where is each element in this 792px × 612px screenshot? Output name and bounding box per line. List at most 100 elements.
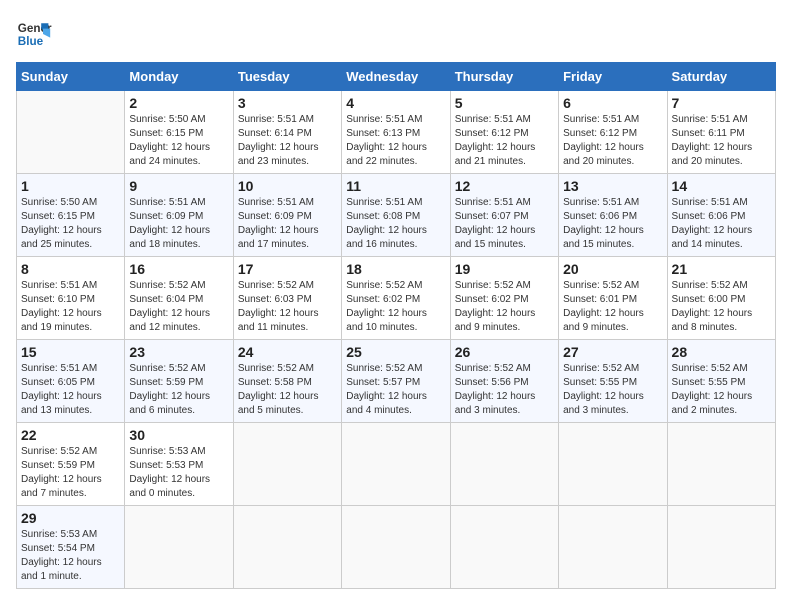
calendar-cell: 12Sunrise: 5:51 AM Sunset: 6:07 PM Dayli… [450, 174, 558, 257]
day-number: 21 [672, 261, 771, 277]
day-number: 22 [21, 427, 120, 443]
calendar-cell [17, 91, 125, 174]
day-info: Sunrise: 5:52 AM Sunset: 6:03 PM Dayligh… [238, 279, 337, 335]
calendar-week-row: 29 Sunrise: 5:53 AM Sunset: 5:54 PM Dayli… [17, 506, 776, 589]
col-header-wednesday: Wednesday [342, 63, 450, 91]
day-info: Sunrise: 5:51 AM Sunset: 6:14 PM Dayligh… [238, 113, 337, 169]
day-number: 11 [346, 178, 445, 194]
day-number: 10 [238, 178, 337, 194]
day-number: 20 [563, 261, 662, 277]
day-info: Sunrise: 5:51 AM Sunset: 6:13 PM Dayligh… [346, 113, 445, 169]
calendar-week-row: 15 Sunrise: 5:51 AM Sunset: 6:05 PM Dayli… [17, 340, 776, 423]
day-number: 1 [21, 178, 120, 194]
day-info: Sunrise: 5:50 AM Sunset: 6:15 PM Dayligh… [21, 196, 120, 252]
day-info: Sunrise: 5:53 AM Sunset: 5:54 PM Dayligh… [21, 528, 120, 584]
day-number: 24 [238, 344, 337, 360]
calendar-cell [233, 506, 341, 589]
day-info: Sunrise: 5:51 AM Sunset: 6:08 PM Dayligh… [346, 196, 445, 252]
calendar-cell: 4 Sunrise: 5:51 AM Sunset: 6:13 PM Daylig… [342, 91, 450, 174]
day-number: 14 [672, 178, 771, 194]
calendar-cell: 2 Sunrise: 5:50 AM Sunset: 6:15 PM Daylig… [125, 91, 233, 174]
day-info: Sunrise: 5:52 AM Sunset: 6:04 PM Dayligh… [129, 279, 228, 335]
calendar-cell: 29 Sunrise: 5:53 AM Sunset: 5:54 PM Dayli… [17, 506, 125, 589]
day-number: 13 [563, 178, 662, 194]
day-info: Sunrise: 5:53 AM Sunset: 5:53 PM Dayligh… [129, 445, 228, 501]
calendar-cell: 27Sunrise: 5:52 AM Sunset: 5:55 PM Dayli… [559, 340, 667, 423]
calendar-week-row: 22 Sunrise: 5:52 AM Sunset: 5:59 PM Dayli… [17, 423, 776, 506]
day-info: Sunrise: 5:52 AM Sunset: 6:00 PM Dayligh… [672, 279, 771, 335]
calendar-week-row: 8Sunrise: 5:51 AM Sunset: 6:10 PM Daylig… [17, 257, 776, 340]
calendar-cell [342, 506, 450, 589]
day-info: Sunrise: 5:51 AM Sunset: 6:05 PM Dayligh… [21, 362, 120, 418]
calendar-cell: 24Sunrise: 5:52 AM Sunset: 5:58 PM Dayli… [233, 340, 341, 423]
day-number: 28 [672, 344, 771, 360]
day-info: Sunrise: 5:52 AM Sunset: 6:02 PM Dayligh… [346, 279, 445, 335]
calendar-week-row: 1 Sunrise: 5:50 AM Sunset: 6:15 PM Daylig… [17, 174, 776, 257]
calendar-cell: 16 Sunrise: 5:52 AM Sunset: 6:04 PM Dayli… [125, 257, 233, 340]
col-header-tuesday: Tuesday [233, 63, 341, 91]
calendar-cell: 11 Sunrise: 5:51 AM Sunset: 6:08 PM Dayli… [342, 174, 450, 257]
day-number: 19 [455, 261, 554, 277]
day-info: Sunrise: 5:50 AM Sunset: 6:15 PM Dayligh… [129, 113, 228, 169]
calendar-cell: 19Sunrise: 5:52 AM Sunset: 6:02 PM Dayli… [450, 257, 558, 340]
day-number: 6 [563, 95, 662, 111]
calendar-cell: 10Sunrise: 5:51 AM Sunset: 6:09 PM Dayli… [233, 174, 341, 257]
col-header-saturday: Saturday [667, 63, 775, 91]
calendar-cell: 25Sunrise: 5:52 AM Sunset: 5:57 PM Dayli… [342, 340, 450, 423]
day-info: Sunrise: 5:52 AM Sunset: 5:56 PM Dayligh… [455, 362, 554, 418]
calendar-cell: 13 Sunrise: 5:51 AM Sunset: 6:06 PM Dayli… [559, 174, 667, 257]
calendar-cell: 17 Sunrise: 5:52 AM Sunset: 6:03 PM Dayli… [233, 257, 341, 340]
calendar-cell: 14Sunrise: 5:51 AM Sunset: 6:06 PM Dayli… [667, 174, 775, 257]
calendar-cell [559, 506, 667, 589]
calendar-cell: 30 Sunrise: 5:53 AM Sunset: 5:53 PM Dayli… [125, 423, 233, 506]
calendar-cell: 7 Sunrise: 5:51 AM Sunset: 6:11 PM Daylig… [667, 91, 775, 174]
day-number: 18 [346, 261, 445, 277]
calendar-cell [450, 506, 558, 589]
calendar-cell [667, 506, 775, 589]
calendar-table: SundayMondayTuesdayWednesdayThursdayFrid… [16, 62, 776, 589]
calendar-cell: 22 Sunrise: 5:52 AM Sunset: 5:59 PM Dayli… [17, 423, 125, 506]
day-number: 7 [672, 95, 771, 111]
page-header: General Blue [16, 16, 776, 52]
calendar-cell: 20 Sunrise: 5:52 AM Sunset: 6:01 PM Dayli… [559, 257, 667, 340]
day-number: 2 [129, 95, 228, 111]
col-header-friday: Friday [559, 63, 667, 91]
day-info: Sunrise: 5:51 AM Sunset: 6:11 PM Dayligh… [672, 113, 771, 169]
day-info: Sunrise: 5:51 AM Sunset: 6:12 PM Dayligh… [455, 113, 554, 169]
day-info: Sunrise: 5:51 AM Sunset: 6:09 PM Dayligh… [129, 196, 228, 252]
calendar-cell: 26Sunrise: 5:52 AM Sunset: 5:56 PM Dayli… [450, 340, 558, 423]
day-number: 30 [129, 427, 228, 443]
logo: General Blue [16, 16, 52, 52]
day-number: 16 [129, 261, 228, 277]
calendar-cell: 28 Sunrise: 5:52 AM Sunset: 5:55 PM Dayli… [667, 340, 775, 423]
col-header-monday: Monday [125, 63, 233, 91]
calendar-cell: 3 Sunrise: 5:51 AM Sunset: 6:14 PM Daylig… [233, 91, 341, 174]
day-number: 15 [21, 344, 120, 360]
calendar-cell: 1 Sunrise: 5:50 AM Sunset: 6:15 PM Daylig… [17, 174, 125, 257]
day-number: 4 [346, 95, 445, 111]
calendar-cell: 5Sunrise: 5:51 AM Sunset: 6:12 PM Daylig… [450, 91, 558, 174]
day-number: 29 [21, 510, 120, 526]
day-number: 12 [455, 178, 554, 194]
calendar-week-row: 2 Sunrise: 5:50 AM Sunset: 6:15 PM Daylig… [17, 91, 776, 174]
day-info: Sunrise: 5:52 AM Sunset: 6:01 PM Dayligh… [563, 279, 662, 335]
day-info: Sunrise: 5:52 AM Sunset: 5:59 PM Dayligh… [21, 445, 120, 501]
day-number: 23 [129, 344, 228, 360]
day-info: Sunrise: 5:52 AM Sunset: 5:55 PM Dayligh… [563, 362, 662, 418]
svg-text:Blue: Blue [18, 35, 44, 48]
calendar-cell: 9Sunrise: 5:51 AM Sunset: 6:09 PM Daylig… [125, 174, 233, 257]
calendar-cell [559, 423, 667, 506]
calendar-cell [667, 423, 775, 506]
calendar-cell [450, 423, 558, 506]
calendar-cell: 23Sunrise: 5:52 AM Sunset: 5:59 PM Dayli… [125, 340, 233, 423]
calendar-cell: 18 Sunrise: 5:52 AM Sunset: 6:02 PM Dayli… [342, 257, 450, 340]
day-info: Sunrise: 5:52 AM Sunset: 5:55 PM Dayligh… [672, 362, 771, 418]
day-number: 17 [238, 261, 337, 277]
day-info: Sunrise: 5:51 AM Sunset: 6:06 PM Dayligh… [563, 196, 662, 252]
calendar-cell [233, 423, 341, 506]
col-header-sunday: Sunday [17, 63, 125, 91]
day-number: 3 [238, 95, 337, 111]
calendar-cell: 6Sunrise: 5:51 AM Sunset: 6:12 PM Daylig… [559, 91, 667, 174]
day-info: Sunrise: 5:52 AM Sunset: 5:57 PM Dayligh… [346, 362, 445, 418]
day-number: 8 [21, 261, 120, 277]
